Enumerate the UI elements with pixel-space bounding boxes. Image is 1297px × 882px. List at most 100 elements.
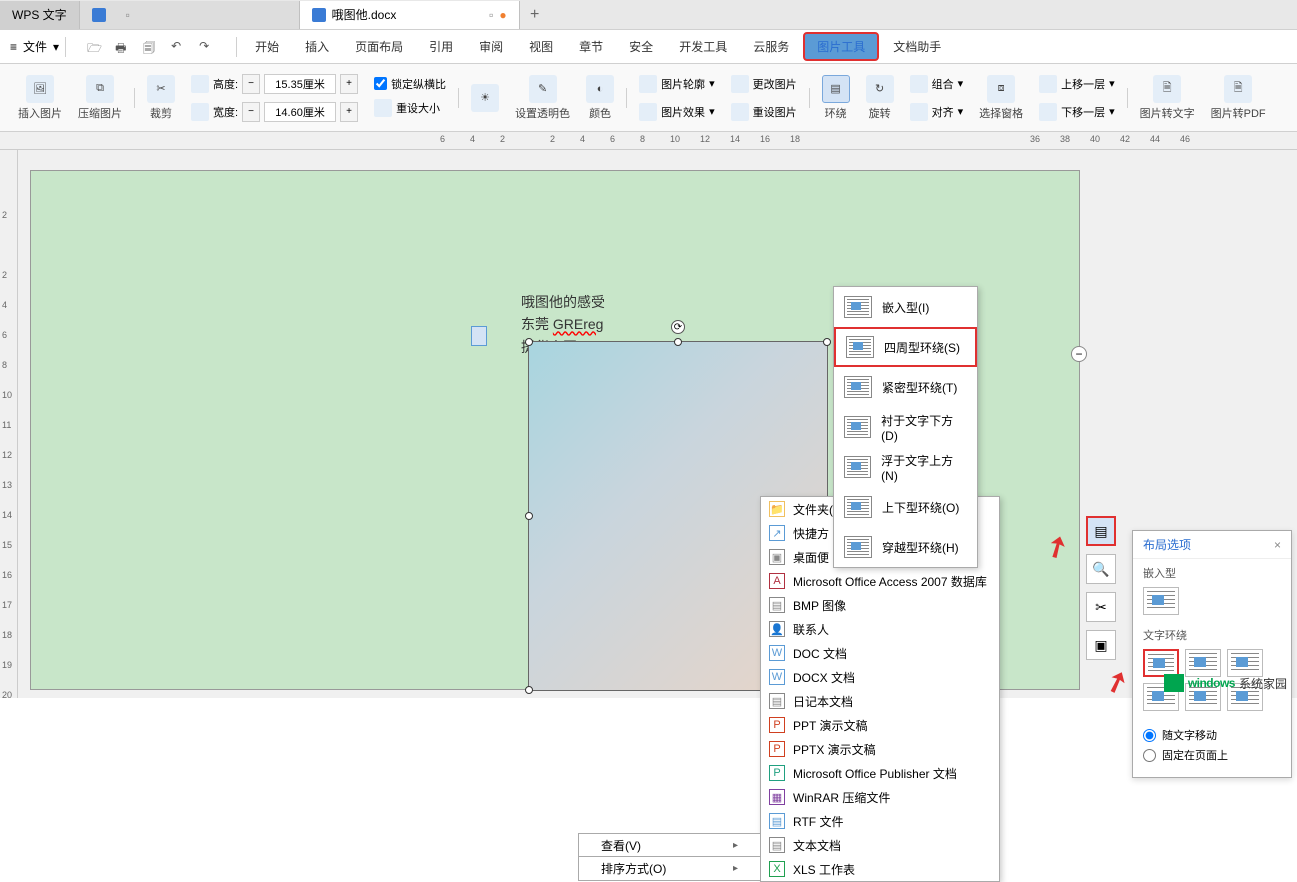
compress-picture-button[interactable]: ⧉ 压缩图片: [70, 75, 130, 121]
menu-chapter[interactable]: 章节: [567, 34, 615, 59]
tick: 2: [500, 134, 505, 144]
ctx-new-15[interactable]: XXLS 工作表: [761, 857, 999, 881]
crop-button[interactable]: ✂ 裁剪: [139, 75, 183, 121]
menu-view[interactable]: 视图: [517, 34, 565, 59]
ctx-new-6[interactable]: WDOC 文档: [761, 641, 999, 665]
wrap-square[interactable]: 四周型环绕(S): [834, 327, 977, 367]
label: 嵌入型(I): [882, 299, 929, 316]
resize-handle-n[interactable]: [674, 338, 682, 346]
change-pic-button[interactable]: 更改图片: [753, 76, 797, 92]
height-increase[interactable]: +: [340, 74, 358, 94]
ctx-new-8[interactable]: ▤日记本文档: [761, 689, 999, 713]
new-tab-button[interactable]: +: [520, 6, 550, 24]
wrap-tight[interactable]: 紧密型环绕(T): [834, 367, 977, 407]
resize-handle-sw[interactable]: [525, 686, 533, 694]
resize-handle-ne[interactable]: [823, 338, 831, 346]
menu-security[interactable]: 安全: [617, 34, 665, 59]
ctx-new-3[interactable]: AMicrosoft Office Access 2007 数据库: [761, 569, 999, 593]
label: 设置透明色: [515, 105, 570, 121]
ctx-new-14[interactable]: ▤文本文档: [761, 833, 999, 857]
label: 图片转PDF: [1211, 105, 1266, 121]
collapse-button[interactable]: −: [1071, 346, 1087, 362]
ctx-new-12[interactable]: ▦WinRAR 压缩文件: [761, 785, 999, 809]
layer-ops: 上移一层▾ 下移一层▾: [1031, 72, 1123, 124]
text: 东莞: [521, 316, 553, 332]
wrap-front[interactable]: 浮于文字上方(N): [834, 447, 977, 487]
height-decrease[interactable]: −: [242, 74, 260, 94]
move-with-text-radio[interactable]: [1143, 729, 1156, 742]
open-icon[interactable]: 🗁: [87, 39, 103, 55]
menu-picture-tools[interactable]: 图片工具: [803, 32, 879, 61]
reset-size-button[interactable]: 重设大小: [396, 100, 440, 116]
lock-ratio-checkbox[interactable]: [374, 77, 387, 90]
ctx-new-4[interactable]: ▤BMP 图像: [761, 593, 999, 617]
tab-restore-icon[interactable]: ▫: [489, 8, 493, 22]
menu-insert[interactable]: 插入: [293, 34, 341, 59]
width-increase[interactable]: +: [340, 102, 358, 122]
brightness-button[interactable]: ☀: [463, 84, 507, 112]
menu-start[interactable]: 开始: [243, 34, 291, 59]
tick: 4: [580, 134, 585, 144]
ctx-new-7[interactable]: WDOCX 文档: [761, 665, 999, 689]
wrap-inline[interactable]: 嵌入型(I): [834, 287, 977, 327]
fix-on-page-radio[interactable]: [1143, 749, 1156, 762]
layout-wrap-square[interactable]: [1143, 649, 1179, 677]
close-icon[interactable]: ×: [1274, 538, 1281, 552]
print-preview-icon[interactable]: 🗐: [143, 39, 159, 55]
effect-button[interactable]: 图片效果: [661, 104, 705, 120]
chevron-down-icon: ▾: [709, 105, 715, 118]
resize-handle-nw[interactable]: [525, 338, 533, 346]
width-input[interactable]: [264, 102, 336, 122]
menu-page-layout[interactable]: 页面布局: [343, 34, 415, 59]
ctx-new-10[interactable]: PPPTX 演示文稿: [761, 737, 999, 761]
rotate-button[interactable]: ↻ 旋转: [858, 75, 902, 121]
group-button[interactable]: 组合: [932, 76, 954, 92]
ctx-new-5[interactable]: 👤联系人: [761, 617, 999, 641]
rotate-handle[interactable]: ⟳: [671, 320, 685, 334]
layout-options-button[interactable]: ▤: [1086, 516, 1116, 546]
pic-to-pdf-button[interactable]: 🗎 图片转PDF: [1203, 75, 1274, 121]
width-decrease[interactable]: −: [242, 102, 260, 122]
transparency-button[interactable]: ✎ 设置透明色: [507, 75, 578, 121]
reset-pic-button[interactable]: 重设图片: [753, 104, 797, 120]
outline-button[interactable]: 图片轮廓: [661, 76, 705, 92]
frame-button[interactable]: ▣: [1086, 630, 1116, 660]
layout-inline-option[interactable]: [1143, 587, 1179, 615]
wrap-topbottom[interactable]: 上下型环绕(O): [834, 487, 977, 527]
tick: 20: [2, 690, 12, 700]
insert-picture-button[interactable]: 🖼 插入图片: [10, 75, 70, 121]
up-layer-button[interactable]: 上移一层: [1061, 76, 1105, 92]
menu-reference[interactable]: 引用: [417, 34, 465, 59]
ctx-sort-submenu[interactable]: 排序方式(O)▸: [578, 857, 761, 881]
color-button[interactable]: ◐ 颜色: [578, 75, 622, 121]
undo-icon[interactable]: ↶: [171, 39, 187, 55]
layout-wrap-through[interactable]: [1227, 649, 1263, 677]
wrap-behind[interactable]: 衬于文字下方(D): [834, 407, 977, 447]
print-icon[interactable]: 🖶: [115, 39, 131, 55]
select-pane-button[interactable]: ⧈ 选择窗格: [971, 75, 1031, 121]
select-pane-icon: ⧈: [987, 75, 1015, 103]
resize-handle-w[interactable]: [525, 512, 533, 520]
pic-to-text-button[interactable]: 🗎 图片转文字: [1132, 75, 1203, 121]
menu-doc-assist[interactable]: 文档助手: [881, 34, 953, 59]
crop-side-button[interactable]: ✂: [1086, 592, 1116, 622]
ctx-new-13[interactable]: ▤RTF 文件: [761, 809, 999, 833]
layout-wrap-tight[interactable]: [1185, 649, 1221, 677]
ctx-new-11[interactable]: PMicrosoft Office Publisher 文档: [761, 761, 999, 785]
document-tab-2[interactable]: 哦图他.docx ▫ ●: [300, 1, 520, 29]
align-button[interactable]: 对齐: [932, 104, 954, 120]
menu-review[interactable]: 审阅: [467, 34, 515, 59]
menu-cloud[interactable]: 云服务: [741, 34, 801, 59]
height-input[interactable]: [264, 74, 336, 94]
redo-icon[interactable]: ↷: [199, 39, 215, 55]
ctx-new-9[interactable]: PPPT 演示文稿: [761, 713, 999, 737]
file-menu[interactable]: ≡ 文件 ▾: [10, 38, 59, 55]
tab-restore-icon[interactable]: ▫: [126, 8, 130, 22]
wrap-through[interactable]: 穿越型环绕(H): [834, 527, 977, 567]
wrap-button[interactable]: ▤ 环绕: [814, 75, 858, 121]
ctx-view-submenu[interactable]: 查看(V)▸: [578, 833, 761, 857]
document-tab-1[interactable]: ▫: [80, 1, 300, 29]
zoom-button[interactable]: 🔍: [1086, 554, 1116, 584]
menu-dev-tools[interactable]: 开发工具: [667, 34, 739, 59]
down-layer-button[interactable]: 下移一层: [1061, 104, 1105, 120]
